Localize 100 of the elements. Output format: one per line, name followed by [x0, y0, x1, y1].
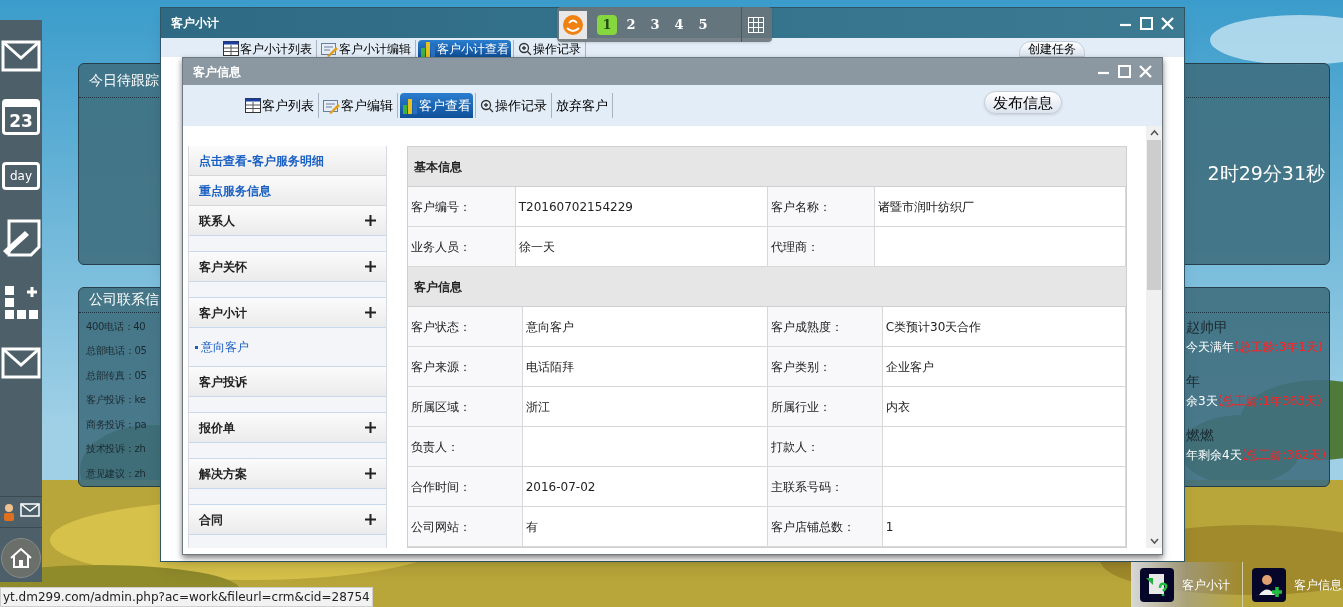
field-label: 所属行业： — [771, 398, 831, 416]
bullet-icon — [195, 345, 198, 349]
field-value: 企业客户 — [885, 358, 934, 376]
sidebar-link[interactable]: 点击查看-客户服务明细 — [189, 146, 386, 176]
workspace-button[interactable]: 1 — [597, 14, 617, 35]
field-value: 电话陌拜 — [525, 358, 574, 376]
field-value: 浙江 — [525, 398, 550, 416]
workspace-button[interactable]: 5 — [693, 14, 713, 35]
maximize-icon[interactable] — [1118, 65, 1131, 78]
close-icon[interactable] — [1139, 65, 1152, 78]
field-value: T20160702154229 — [518, 198, 633, 216]
toolbar-tab[interactable]: 客户小计查看 — [418, 40, 511, 57]
section-header: 基本信息 — [408, 147, 1126, 187]
field-value: 意向客户 — [525, 318, 574, 336]
bar-blocks-icon — [402, 97, 418, 114]
contact-line: 总部电话：05 — [86, 344, 147, 358]
accordion-header[interactable]: 联系人 — [189, 206, 386, 236]
accordion-header[interactable]: 解决方案 — [189, 459, 386, 489]
zoom-in-icon — [518, 41, 532, 56]
home-button[interactable] — [1, 538, 41, 578]
contact-line: 技术投诉：zh — [86, 442, 146, 456]
toolbar-tab[interactable]: 放弃客户 — [554, 93, 610, 118]
toolbar-tab[interactable]: 客户查看 — [400, 93, 473, 118]
anniversary-note: 余3天(总工龄:1年363天) — [1186, 392, 1323, 410]
contact-line: 400电话：40 — [86, 319, 146, 334]
accordion-header[interactable]: 客户投诉 — [189, 367, 386, 397]
person-add-icon — [1252, 567, 1286, 602]
edit-form-icon — [323, 97, 340, 114]
contact-line: 商务投诉：pa — [86, 417, 147, 432]
section-header: 客户信息 — [408, 267, 1126, 307]
grid-icon[interactable] — [748, 16, 764, 33]
workspace-button[interactable]: 2 — [621, 14, 641, 35]
anniversary-note: 今天满年(总工龄:3年1天) — [1186, 338, 1324, 356]
field-value: 内衣 — [885, 398, 910, 416]
field-label: 打款人： — [771, 438, 819, 456]
field-label: 客户来源： — [411, 358, 471, 376]
employee-name: 赵帅甲 — [1186, 317, 1229, 337]
table-icon — [245, 98, 261, 113]
create-task-button[interactable]: 创建任务 — [1019, 41, 1085, 57]
mail-icon[interactable] — [1, 40, 41, 72]
field-value: 诸暨市润叶纺织厂 — [877, 198, 974, 216]
logo-icon[interactable] — [559, 10, 587, 39]
maximize-icon[interactable] — [1140, 16, 1153, 30]
accordion-header[interactable]: 合同 — [189, 505, 386, 535]
toolbar-tab[interactable]: 操作记录 — [478, 93, 549, 118]
workspace-button[interactable]: 3 — [645, 14, 665, 35]
accordion-header[interactable]: 客户关怀 — [189, 252, 386, 282]
mail-icon[interactable] — [20, 503, 40, 517]
scrollbar[interactable] — [1146, 126, 1162, 548]
person-icon[interactable] — [2, 503, 16, 521]
field-label: 客户编号： — [411, 198, 471, 216]
field-label: 代理商： — [771, 238, 819, 256]
field-label: 合作时间： — [411, 478, 471, 496]
field-value: 徐一天 — [518, 238, 555, 256]
field-label: 客户名称： — [771, 198, 831, 216]
toolbar-tab[interactable]: 客户小计编辑 — [319, 40, 413, 57]
toolbar-tab[interactable]: 客户列表 — [243, 93, 316, 118]
accordion-header[interactable]: 客户小计 — [189, 298, 386, 328]
status-bar: yt.dm299.com/admin.php?ac=work&fileurl=crm&cid=28754 — [0, 587, 373, 607]
field-label: 客户店铺总数： — [771, 518, 855, 536]
close-icon[interactable] — [1161, 16, 1174, 30]
mail-icon[interactable] — [1, 347, 41, 379]
field-label: 客户状态： — [411, 318, 471, 336]
bar-blocks-icon — [420, 40, 436, 57]
field-label: 客户成熟度： — [771, 318, 843, 336]
field-value: C类预计30天合作 — [885, 318, 982, 336]
document-question-icon — [1140, 567, 1174, 602]
field-value: 2016-07-02 — [525, 478, 596, 496]
workspace-button[interactable]: 4 — [669, 14, 689, 35]
field-value: 1 — [885, 518, 894, 536]
publish-button[interactable]: 发布信息 — [984, 91, 1062, 114]
pencil-note-icon[interactable] — [1, 217, 41, 257]
accordion-header[interactable]: 报价单 — [189, 413, 386, 443]
field-value: 有 — [525, 518, 538, 536]
field-label: 所属区域： — [411, 398, 471, 416]
contact-line: 客户投诉：ke — [86, 393, 146, 407]
field-label: 公司网站： — [411, 518, 471, 536]
toolbar-tab[interactable]: 操作记录 — [516, 40, 583, 57]
toolbar-tab[interactable]: 客户小计列表 — [221, 40, 314, 57]
anniversary-note: 年剩余4天(总工龄:362天) — [1186, 446, 1327, 464]
day-icon[interactable]: day — [2, 162, 40, 190]
field-label: 主联系号码： — [771, 478, 843, 496]
window-title: 客户信息 — [192, 63, 241, 81]
calendar-icon[interactable]: 23 — [2, 99, 40, 135]
zoom-in-icon — [480, 98, 494, 113]
panel-title: 公司联系信 — [89, 290, 159, 310]
employee-name: 年 — [1186, 371, 1201, 391]
sidebar-subitem[interactable]: 意向客户 — [189, 338, 386, 356]
field-label: 业务人员： — [411, 238, 471, 256]
home-icon — [9, 547, 33, 569]
scrollbar-thumb[interactable] — [1147, 140, 1161, 290]
employee-name: 燃燃 — [1186, 425, 1215, 445]
field-label: 客户类别： — [771, 358, 831, 376]
elapsed-timer: 2时29分31秒 — [1207, 160, 1325, 186]
window-title: 客户小计 — [170, 15, 219, 32]
grid-plus-icon[interactable] — [3, 284, 39, 320]
panel-title: 今日待跟踪 — [89, 71, 159, 90]
sidebar-link[interactable]: 重点服务信息 — [189, 176, 386, 206]
toolbar-tab[interactable]: 客户编辑 — [321, 93, 395, 118]
field-label: 负责人： — [411, 438, 459, 456]
